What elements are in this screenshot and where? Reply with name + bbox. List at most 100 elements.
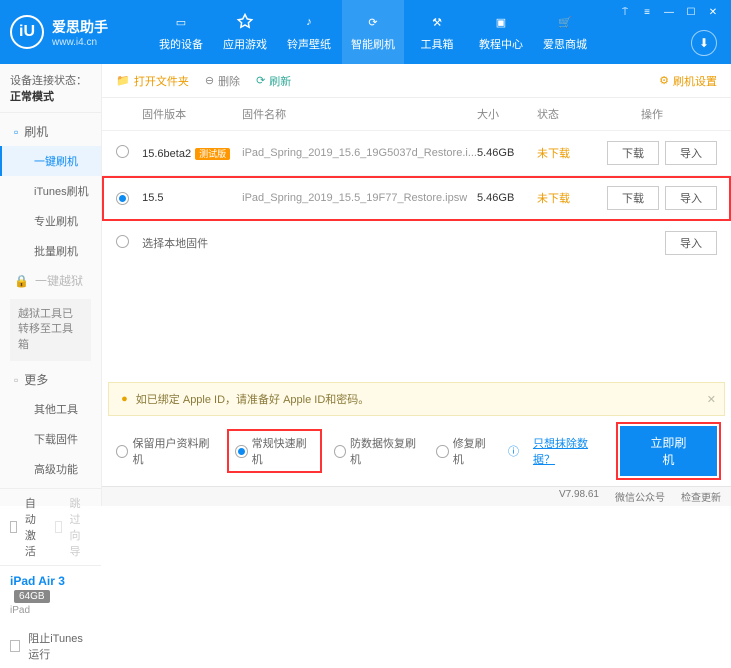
firmware-size: 5.46GB (477, 147, 537, 159)
menu-download-firmware[interactable]: 下载固件 (0, 424, 101, 454)
nav-store[interactable]: 🛒 爱思商城 (534, 0, 596, 64)
firmware-status: 未下载 (537, 190, 587, 206)
folder-icon: 📁 (116, 74, 130, 87)
more-icon: ▫ (14, 373, 18, 387)
download-button[interactable]: 下载 (607, 141, 659, 165)
help-icon[interactable]: ⓘ (508, 443, 519, 459)
menu-group-flash[interactable]: ▫刷机 (0, 117, 101, 146)
device-type: iPad (10, 605, 91, 616)
beta-tag: 测试版 (195, 148, 230, 160)
music-icon: ♪ (299, 12, 319, 32)
menu-group-jailbreak[interactable]: 🔒一键越狱 (0, 266, 101, 295)
device-info[interactable]: iPad Air 3 64GB iPad (0, 565, 101, 624)
row-radio[interactable] (116, 145, 129, 158)
auto-activate-label: 自动激活 (25, 495, 47, 559)
import-button[interactable]: 导入 (665, 141, 717, 165)
nav-label: 应用游戏 (223, 36, 267, 52)
row-radio[interactable] (116, 192, 129, 205)
phone-icon: ▭ (171, 12, 191, 32)
titlebar: ⍑ ≡ — ☐ ✕ (615, 4, 723, 20)
gear-icon: ⚙ (659, 74, 669, 87)
firmware-version: 15.6beta2 (142, 148, 191, 160)
opt-quick-flash[interactable]: 常规快速刷机 (229, 431, 319, 471)
lock-icon: 🔒 (14, 274, 29, 288)
jailbreak-note: 越狱工具已转移至工具箱 (10, 299, 91, 361)
import-button[interactable]: 导入 (665, 231, 717, 255)
close-warning-icon[interactable]: ✕ (707, 393, 716, 406)
row-radio[interactable] (116, 235, 129, 248)
header: iU 爱思助手 www.i4.cn ▭ 我的设备 应用游戏 ♪ 铃声壁纸 ⟳ 智能刷机… (0, 0, 731, 64)
nav-label: 铃声壁纸 (287, 36, 331, 52)
nav-label: 爱思商城 (543, 36, 587, 52)
firmware-row[interactable]: 15.6beta2测试版 iPad_Spring_2019_15.6_19G50… (102, 131, 731, 176)
firmware-status: 未下载 (537, 145, 587, 161)
nav-my-device[interactable]: ▭ 我的设备 (150, 0, 212, 64)
erase-link[interactable]: 只想抹除数据？ (533, 435, 606, 467)
warning-text: 如已绑定 Apple ID，请准备好 Apple ID和密码。 (136, 391, 370, 407)
sidebar: 设备连接状态：正常模式 ▫刷机 一键刷机 iTunes刷机 专业刷机 批量刷机 … (0, 64, 102, 506)
download-manager-icon[interactable]: ⬇ (691, 30, 717, 56)
local-firmware-label: 选择本地固件 (142, 235, 208, 251)
delete-button[interactable]: ⊖删除 (205, 73, 240, 89)
refresh-icon: ⟳ (363, 12, 383, 32)
menu-itunes-flash[interactable]: iTunes刷机 (0, 176, 101, 206)
nav-ringtone[interactable]: ♪ 铃声壁纸 (278, 0, 340, 64)
th-version: 固件版本 (142, 106, 242, 122)
menu-batch-flash[interactable]: 批量刷机 (0, 236, 101, 266)
maximize-icon[interactable]: ☐ (681, 4, 701, 20)
open-folder-button[interactable]: 📁打开文件夹 (116, 73, 189, 89)
opt-anti-recovery[interactable]: 防数据恢复刷机 (334, 435, 423, 467)
nav-label: 我的设备 (159, 36, 203, 52)
block-itunes-label: 阻止iTunes运行 (28, 630, 91, 662)
book-icon: ▣ (491, 12, 511, 32)
opt-keep-data[interactable]: 保留用户资料刷机 (116, 435, 215, 467)
menu-group-more[interactable]: ▫更多 (0, 365, 101, 394)
app-icon (235, 12, 255, 32)
warning-icon: ● (121, 393, 128, 405)
logo: iU 爱思助手 www.i4.cn (10, 15, 150, 49)
menu-one-click-flash[interactable]: 一键刷机 (0, 146, 101, 176)
refresh-icon: ⟳ (256, 74, 265, 87)
local-firmware-row[interactable]: 选择本地固件 导入 (102, 221, 731, 265)
block-itunes-checkbox[interactable] (10, 640, 20, 652)
th-ops: 操作 (587, 106, 717, 122)
connection-status: 设备连接状态：正常模式 (0, 64, 101, 113)
close-icon[interactable]: ✕ (703, 4, 723, 20)
cube-icon: ▫ (14, 125, 18, 139)
nav-flash[interactable]: ⟳ 智能刷机 (342, 0, 404, 64)
th-name: 固件名称 (242, 106, 477, 122)
firmware-size: 5.46GB (477, 192, 537, 204)
import-button[interactable]: 导入 (665, 186, 717, 210)
version-label: V7.98.61 (559, 489, 599, 504)
download-button[interactable]: 下载 (607, 186, 659, 210)
appleid-warning: ● 如已绑定 Apple ID，请准备好 Apple ID和密码。 ✕ (108, 382, 725, 416)
wechat-link[interactable]: 微信公众号 (615, 489, 665, 504)
minimize-icon[interactable]: — (659, 4, 679, 20)
tb-btn[interactable]: ≡ (637, 4, 657, 20)
firmware-row-selected[interactable]: 15.5 iPad_Spring_2019_15.5_19F77_Restore… (102, 176, 731, 221)
refresh-button[interactable]: ⟳刷新 (256, 73, 291, 89)
nav-label: 智能刷机 (351, 36, 395, 52)
trash-icon: ⊖ (205, 74, 214, 87)
device-storage: 64GB (14, 590, 50, 603)
nav-tutorial[interactable]: ▣ 教程中心 (470, 0, 532, 64)
nav-label: 教程中心 (479, 36, 523, 52)
menu-advanced[interactable]: 高级功能 (0, 454, 101, 484)
tb-btn[interactable]: ⍑ (615, 4, 635, 20)
opt-repair[interactable]: 修复刷机 (436, 435, 494, 467)
menu-pro-flash[interactable]: 专业刷机 (0, 206, 101, 236)
flash-options: 保留用户资料刷机 常规快速刷机 防数据恢复刷机 修复刷机 ⓘ 只想抹除数据？ 立… (102, 416, 731, 486)
main-panel: 📁打开文件夹 ⊖删除 ⟳刷新 ⚙刷机设置 固件版本 固件名称 大小 状态 操作 … (102, 64, 731, 506)
nav-apps[interactable]: 应用游戏 (214, 0, 276, 64)
device-name: iPad Air 3 (10, 574, 65, 588)
flash-settings-button[interactable]: ⚙刷机设置 (659, 73, 717, 89)
cart-icon: 🛒 (555, 12, 575, 32)
nav-toolbox[interactable]: ⚒工具箱 (406, 0, 468, 64)
flash-now-button[interactable]: 立即刷机 (620, 426, 717, 476)
skip-guide-checkbox[interactable] (55, 521, 62, 533)
brand-name: 爱思助手 (52, 17, 108, 37)
check-update-link[interactable]: 检查更新 (681, 489, 721, 504)
menu-other-tools[interactable]: 其他工具 (0, 394, 101, 424)
auto-activate-checkbox[interactable] (10, 521, 17, 533)
firmware-name: iPad_Spring_2019_15.5_19F77_Restore.ipsw (242, 192, 477, 204)
